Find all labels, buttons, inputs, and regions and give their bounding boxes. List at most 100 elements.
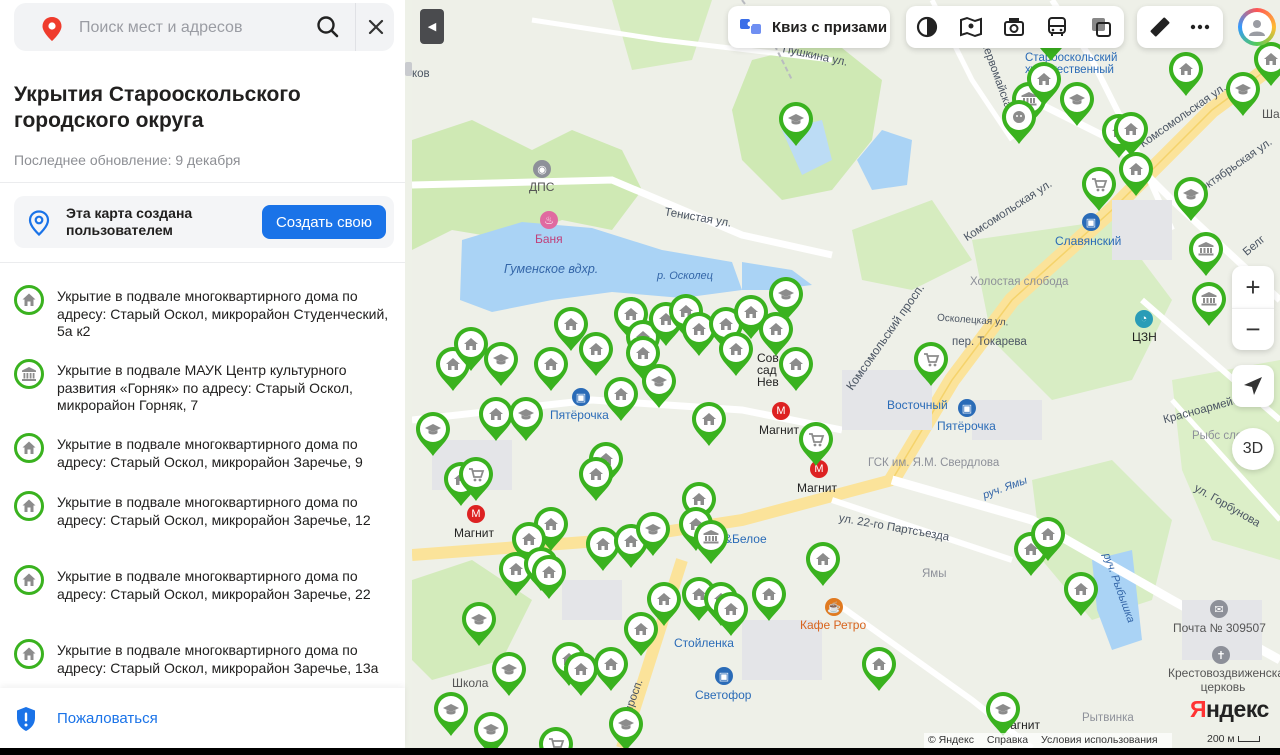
- quiz-button[interactable]: Квиз с призами: [728, 6, 890, 48]
- panorama-icon[interactable]: [999, 12, 1029, 42]
- more-icon[interactable]: [1185, 12, 1215, 42]
- geolocation-button[interactable]: [1232, 365, 1274, 407]
- poi-label: Восточный: [887, 398, 948, 412]
- police-icon: ◉: [533, 160, 551, 178]
- school-marker[interactable]: [472, 710, 510, 748]
- navigation-arrow-icon: [1244, 377, 1262, 395]
- zoom-out-button[interactable]: −: [1232, 308, 1274, 350]
- shop-icon: ▣: [572, 388, 590, 406]
- cart-marker[interactable]: [1080, 165, 1118, 213]
- poi-label: Школа: [452, 676, 489, 690]
- school-marker[interactable]: [984, 690, 1022, 738]
- house-marker[interactable]: [477, 395, 515, 443]
- school-marker[interactable]: [777, 100, 815, 148]
- cart-marker[interactable]: [537, 725, 575, 748]
- cart-marker[interactable]: [457, 455, 495, 503]
- logo-text: ндекс: [1206, 696, 1269, 722]
- school-marker[interactable]: [414, 410, 452, 458]
- close-icon[interactable]: [358, 9, 394, 45]
- user-icon: [1242, 12, 1272, 42]
- cafe-icon: ☕: [825, 598, 843, 616]
- 3d-button[interactable]: 3D: [1232, 428, 1274, 470]
- mail-icon: ✉: [1210, 600, 1228, 618]
- yandex-logo: Яндекс: [1190, 696, 1269, 722]
- cart-marker[interactable]: [912, 340, 950, 388]
- museum-marker[interactable]: [1187, 230, 1225, 278]
- house-marker[interactable]: [690, 400, 728, 448]
- museum-marker[interactable]: [692, 518, 730, 566]
- house-marker[interactable]: [577, 330, 615, 378]
- map-guide-icon[interactable]: [956, 12, 986, 42]
- museum-marker[interactable]: [1190, 280, 1228, 328]
- school-marker[interactable]: [634, 510, 672, 558]
- poi-label: Магнит: [454, 526, 495, 540]
- map-canvas[interactable]: Тенистая ул. Гуменское вдхр. р. Осколец …: [412, 0, 1280, 748]
- area-label: Рытвинка: [1082, 712, 1134, 724]
- school-marker[interactable]: [482, 340, 520, 388]
- search-bar[interactable]: Поиск мест и адресов: [14, 3, 394, 51]
- water-label: Гуменское вдхр.: [504, 262, 599, 276]
- poi-label: &Белое: [724, 532, 767, 546]
- layers-icon[interactable]: [912, 12, 942, 42]
- house-marker[interactable]: [1117, 150, 1155, 198]
- map-layers-icon[interactable]: [1086, 12, 1116, 42]
- area-label: Холостая слобода: [970, 276, 1069, 288]
- house-marker[interactable]: [860, 645, 898, 693]
- school-marker[interactable]: [490, 650, 528, 698]
- house-marker[interactable]: [592, 645, 630, 693]
- poi-label: Стойленка: [674, 636, 734, 650]
- house-marker[interactable]: [777, 345, 815, 393]
- shop-icon: ▣: [958, 399, 976, 417]
- avatar[interactable]: [1238, 8, 1276, 46]
- user-map-text: Эта карта создана пользователем: [66, 205, 193, 238]
- house-marker[interactable]: [577, 455, 615, 503]
- school-marker[interactable]: [432, 690, 470, 738]
- school-marker[interactable]: [607, 705, 645, 748]
- search-icon[interactable]: [304, 9, 352, 45]
- house-marker[interactable]: [530, 553, 568, 601]
- river-label: р. Осколец: [657, 270, 713, 282]
- house-marker[interactable]: [1062, 570, 1100, 618]
- divider: [0, 262, 405, 263]
- house-icon: [14, 491, 44, 521]
- area-label: ГСК им. Я.М. Свердлова: [868, 457, 1000, 469]
- house-marker[interactable]: [1252, 40, 1280, 88]
- ruler-icon[interactable]: [1145, 12, 1175, 42]
- help-link[interactable]: Справка: [987, 734, 1028, 746]
- poi-label: Пятёрочка: [550, 408, 609, 422]
- magnit-icon: M: [772, 402, 790, 420]
- copyright: © Яндекс: [928, 734, 974, 746]
- shelter-list: Укрытие в подвале многоквартирного дома …: [0, 276, 405, 688]
- house-icon: [14, 565, 44, 595]
- poi-label: Светофор: [695, 688, 752, 702]
- terms-link[interactable]: Условия использования: [1041, 734, 1158, 746]
- museum-icon: [14, 359, 44, 389]
- divider: [0, 182, 405, 183]
- house-marker[interactable]: [602, 375, 640, 423]
- bus-icon[interactable]: [1042, 12, 1072, 42]
- shop-icon: ▣: [715, 667, 733, 685]
- complain-button[interactable]: Пожаловаться: [0, 688, 405, 748]
- search-divider: [355, 3, 356, 51]
- house-marker[interactable]: [1025, 60, 1063, 108]
- house-marker[interactable]: [804, 540, 842, 588]
- house-marker[interactable]: [712, 590, 750, 638]
- puzzle-icon: [738, 16, 764, 43]
- search-input[interactable]: Поиск мест и адресов: [79, 19, 242, 37]
- school-marker[interactable]: [1172, 175, 1210, 223]
- poi-label: Магнит: [797, 481, 838, 495]
- poi-label: Баня: [535, 232, 563, 246]
- sidebar: Поиск мест и адресов Укрытия Староосколь…: [0, 0, 405, 748]
- map-footer: © Яндекс Справка Условия использования: [924, 733, 1172, 748]
- zoom-in-button[interactable]: +: [1232, 266, 1274, 308]
- house-marker[interactable]: [1167, 50, 1205, 98]
- sidebar-scrollbar[interactable]: [405, 62, 412, 76]
- cart-marker[interactable]: [797, 420, 835, 468]
- create-map-button[interactable]: Создать свою: [262, 205, 386, 239]
- school-marker[interactable]: [460, 600, 498, 648]
- house-marker[interactable]: [1029, 515, 1067, 563]
- house-marker[interactable]: [717, 330, 755, 378]
- house-marker[interactable]: [750, 575, 788, 623]
- school-marker[interactable]: [1058, 80, 1096, 128]
- collapse-sidebar-button[interactable]: ◀: [420, 9, 444, 44]
